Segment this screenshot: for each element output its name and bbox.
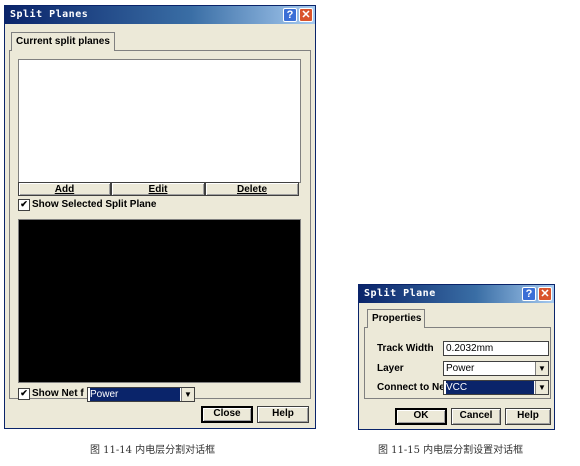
help-label: Help bbox=[517, 410, 539, 421]
show-net-checkbox[interactable]: ✔ bbox=[18, 388, 30, 400]
ok-button[interactable]: OK bbox=[395, 408, 447, 425]
connect-net-value: VCC bbox=[446, 381, 534, 394]
split-planes-list[interactable] bbox=[18, 59, 301, 183]
help-button[interactable]: Help bbox=[505, 408, 551, 425]
tab-properties[interactable]: Properties bbox=[367, 309, 425, 328]
add-label: Add bbox=[54, 184, 75, 195]
title-bar[interactable]: Split Plane ? ✕ bbox=[359, 285, 554, 303]
help-label: Help bbox=[272, 408, 294, 419]
chevron-down-icon[interactable]: ▼ bbox=[535, 381, 548, 394]
split-planes-dialog: Split Planes ? ✕ Current split planes Ad… bbox=[4, 5, 316, 429]
chevron-down-icon[interactable]: ▼ bbox=[535, 362, 548, 375]
split-plane-preview bbox=[18, 219, 301, 383]
tab-label: Current split planes bbox=[16, 36, 110, 47]
layer-select[interactable]: Power ▼ bbox=[443, 361, 549, 376]
show-net-label: Show Net f bbox=[32, 388, 84, 399]
edit-button[interactable]: Edit bbox=[111, 182, 205, 196]
cancel-label: Cancel bbox=[459, 410, 493, 421]
split-plane-dialog: Split Plane ? ✕ Properties Track Width 0… bbox=[358, 284, 555, 430]
tab-current-split-planes[interactable]: Current split planes bbox=[11, 32, 115, 51]
help-icon[interactable]: ? bbox=[522, 287, 536, 301]
show-selected-checkbox[interactable]: ✔ bbox=[18, 199, 30, 211]
layer-select-value: Power bbox=[446, 363, 475, 374]
figure-caption-11-14: 图 11-14 内电层分割对话框 bbox=[90, 445, 216, 456]
figure-caption-11-15: 图 11-15 内电层分割设置对话框 bbox=[378, 445, 524, 456]
chevron-down-icon[interactable]: ▼ bbox=[181, 388, 194, 401]
tab-label: Properties bbox=[372, 313, 422, 324]
cancel-button[interactable]: Cancel bbox=[451, 408, 501, 425]
track-width-label: Track Width bbox=[377, 343, 434, 354]
show-selected-label: Show Selected Split Plane bbox=[32, 199, 157, 210]
layer-label: Layer bbox=[377, 363, 404, 374]
close-button[interactable]: Close bbox=[201, 406, 253, 423]
help-button[interactable]: Help bbox=[257, 406, 309, 423]
net-select[interactable]: Power ▼ bbox=[87, 387, 195, 402]
connect-net-select[interactable]: VCC ▼ bbox=[443, 380, 549, 395]
edit-label: Edit bbox=[148, 184, 168, 195]
connect-net-label: Connect to Ne bbox=[377, 382, 445, 393]
ok-label: OK bbox=[413, 410, 429, 421]
title-bar[interactable]: Split Planes ? ✕ bbox=[5, 6, 315, 24]
dialog-title: Split Plane bbox=[364, 288, 436, 299]
close-label: Close bbox=[213, 408, 241, 419]
help-icon[interactable]: ? bbox=[283, 8, 297, 22]
close-icon[interactable]: ✕ bbox=[538, 287, 552, 301]
track-width-value: 0.2032mm bbox=[446, 343, 494, 354]
track-width-input[interactable]: 0.2032mm bbox=[443, 341, 549, 356]
add-button[interactable]: Add bbox=[18, 182, 111, 196]
net-select-value: Power bbox=[90, 388, 180, 401]
delete-button[interactable]: Delete bbox=[205, 182, 299, 196]
close-icon[interactable]: ✕ bbox=[299, 8, 313, 22]
delete-label: Delete bbox=[236, 184, 267, 195]
dialog-title: Split Planes bbox=[10, 9, 89, 20]
